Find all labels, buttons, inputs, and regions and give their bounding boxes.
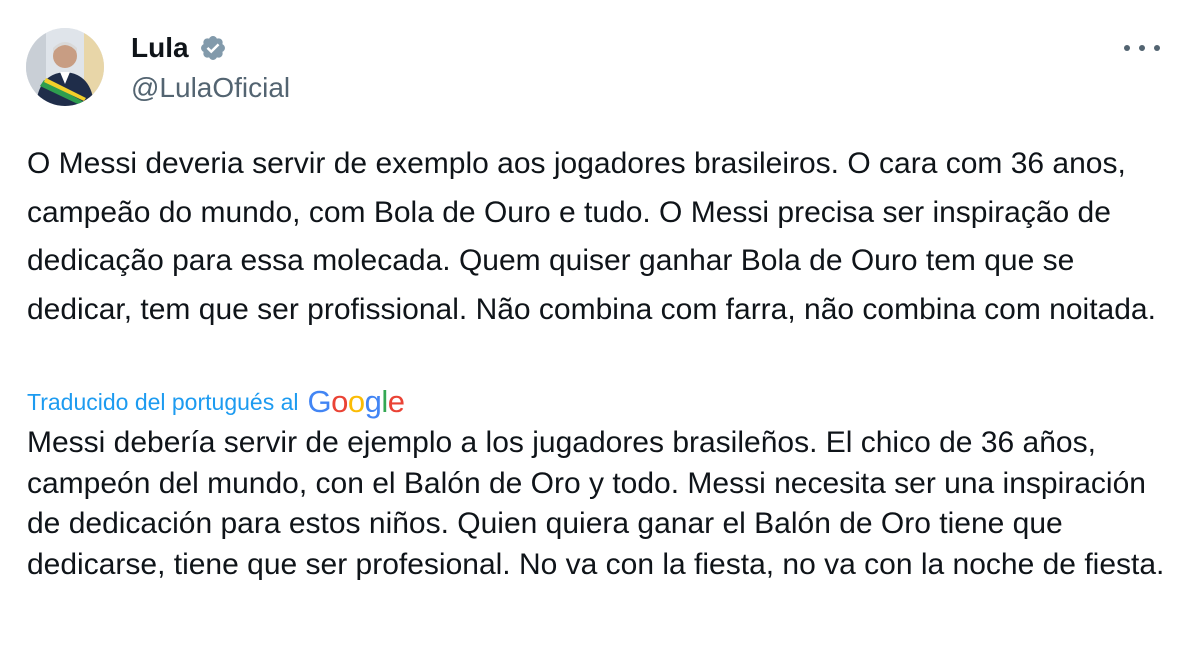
avatar[interactable] <box>26 28 104 106</box>
more-options-icon[interactable] <box>1124 34 1160 62</box>
display-name[interactable]: Lula <box>131 30 189 66</box>
more-dot <box>1139 45 1145 51</box>
tweet-card: Lula @LulaOficial O Messi deveria servir… <box>0 0 1200 659</box>
translation-attribution[interactable]: Traducido del portugués al Google <box>27 382 405 422</box>
translated-text: Messi debería servir de ejemplo a los ju… <box>27 426 1165 581</box>
avatar-portrait-icon <box>26 28 104 106</box>
user-handle[interactable]: @LulaOficial <box>131 70 290 106</box>
verified-badge-icon[interactable] <box>199 34 227 62</box>
translation-label: Traducido del portugués al <box>27 388 299 415</box>
name-row: Lula <box>131 30 290 66</box>
more-dot <box>1154 45 1160 51</box>
more-dot <box>1124 45 1130 51</box>
tweet-text: O Messi deveria servir de exemplo aos jo… <box>27 147 1156 326</box>
google-logo: Google <box>307 384 406 419</box>
user-info: Lula @LulaOficial <box>131 30 290 106</box>
